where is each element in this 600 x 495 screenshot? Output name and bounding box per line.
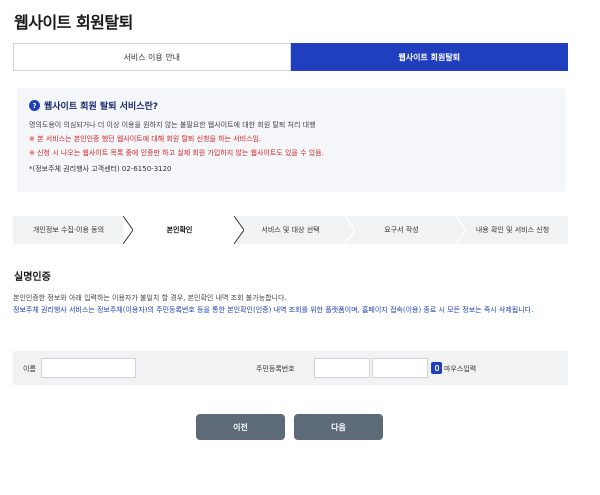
description-line: 본인인증한 정보와 아래 입력하는 이용자가 불일치 할 경우, 본인확인 내역… [13,294,287,302]
prev-button[interactable]: 이전 [196,414,285,440]
progress-steps: 개인정보 수집·이용 동의 본인확인 서비스 및 대상 선택 요구서 작성 내용… [13,216,568,244]
next-button[interactable]: 다음 [294,414,383,440]
step-chevron-icon [234,216,244,244]
tab-service-guide[interactable]: 서비스 이용 안내 [13,43,291,71]
rrn-front-input[interactable] [314,358,370,378]
section-description: 본인인증한 정보와 아래 입력하는 이용자가 불일치 할 경우, 본인확인 내역… [13,292,569,316]
name-input[interactable] [41,358,136,378]
step-label: 내용 확인 및 서비스 신청 [475,226,550,234]
info-description: 명의도용이 의심되거나 더 이상 이용을 원하지 않는 불필요한 웹사이트에 대… [29,121,316,129]
step-chevron-icon [123,216,133,244]
description-notice: 정보주체 권리행사 서비스는 정보주체(이용자)의 주민등록번호 등을 통한 본… [13,306,534,314]
info-title-row: ? 웹사이트 회원 탈퇴 서비스란? [29,99,554,112]
step-label: 요구서 작성 [384,226,419,234]
info-warning-2: ※ 신청 시 나오는 웹사이트 목록 중에 인증만 하고 실제 회원 가입하지 … [29,149,324,157]
step-service-select: 서비스 및 대상 선택 [235,216,355,244]
mouse-input-label[interactable]: 마우스입력 [444,364,476,374]
section-title: 실명인증 [14,272,51,283]
rrn-back-input[interactable] [372,358,428,378]
info-title: 웹사이트 회원 탈퇴 서비스란? [44,102,158,112]
step-request-form: 요구서 작성 [346,216,466,244]
step-chevron-icon [456,216,466,244]
step-label: 개인정보 수집·이용 동의 [32,226,105,234]
step-identity-check: 본인확인 [124,216,244,244]
tab-website-withdrawal[interactable]: 웹사이트 회원탈퇴 [290,43,568,71]
step-label: 서비스 및 대상 선택 [261,226,320,234]
page-title: 웹사이트 회원탈퇴 [14,13,133,32]
info-contact: *(정보주체 권리행사 고객센터) 02-6150-3120 [29,165,172,173]
step-chevron-icon [345,216,355,244]
info-warning-1: ※ 본 서비스는 본인인증 했던 웹사이트에 대해 회원 탈퇴 신청을 하는 서… [29,135,262,143]
info-box: ? 웹사이트 회원 탈퇴 서비스란? 명의도용이 의심되거나 더 이상 이용을 … [17,88,566,192]
step-confirm-apply: 내용 확인 및 서비스 신청 [457,216,568,244]
top-tabs: 서비스 이용 안내 웹사이트 회원탈퇴 [13,43,568,71]
mouse-icon[interactable] [431,362,442,374]
step-consent: 개인정보 수집·이용 동의 [13,216,133,244]
identity-form: 이름 주민등록번호 마우스입력 [13,351,568,385]
rrn-label: 주민등록번호 [256,365,295,373]
question-speech-icon: ? [29,100,40,111]
step-label: 본인확인 [166,226,193,234]
name-label: 이름 [23,365,36,373]
